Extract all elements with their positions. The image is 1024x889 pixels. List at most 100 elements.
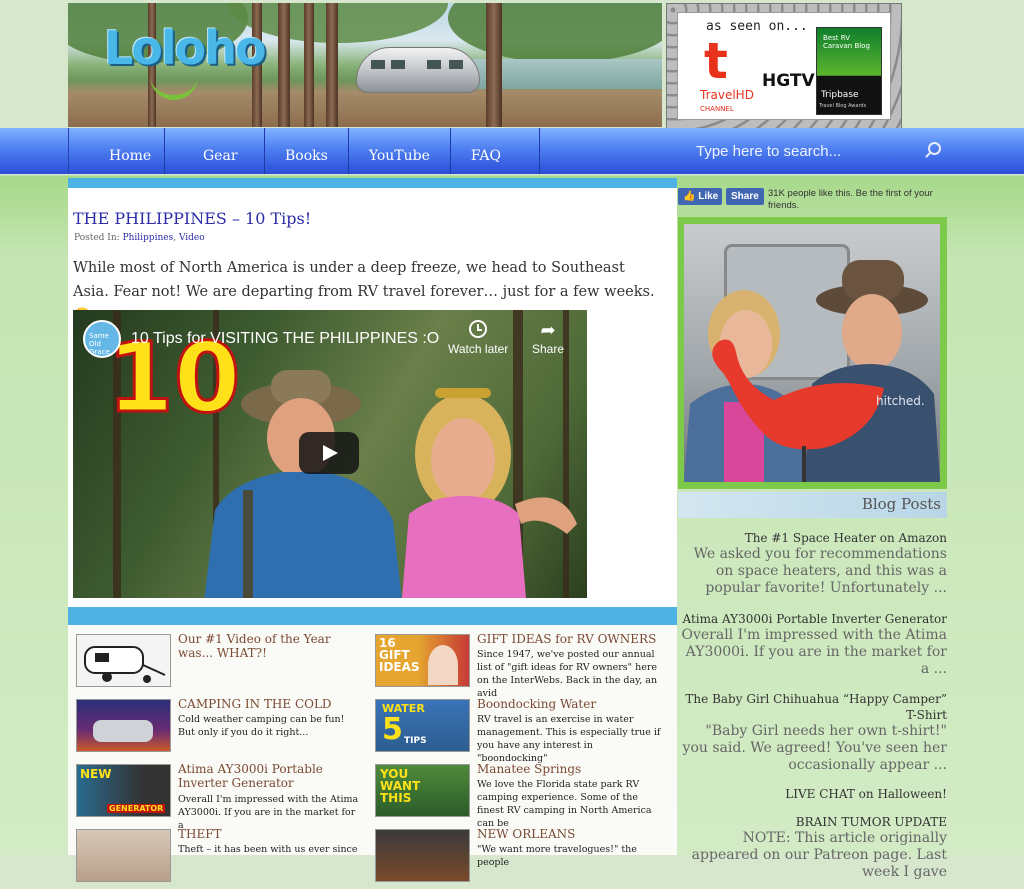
award-name: Tripbase: [821, 90, 859, 100]
site-logo[interactable]: Loloho: [104, 21, 267, 75]
travelhd-logo-icon: t: [704, 32, 728, 90]
clock-icon: [469, 320, 488, 338]
main-nav: Home Gear Books YouTube FAQ: [68, 128, 540, 174]
related-post-title[interactable]: NEW ORLEANS: [477, 827, 667, 841]
rv-sketch-icon: [84, 646, 166, 683]
related-post-card[interactable]: THEFT Theft – it has been with us ever s…: [76, 827, 368, 889]
share-button[interactable]: ➦ Share: [532, 320, 564, 356]
related-post-card[interactable]: YOU WANT THIS Manatee Springs We love th…: [375, 762, 667, 829]
share-label: Share: [532, 342, 565, 356]
content-top-bar: [68, 178, 677, 188]
related-post-excerpt: Since 1947, we've posted our annual list…: [477, 649, 658, 699]
travelhd-channel: CHANNEL: [700, 105, 734, 113]
award-subtitle: Travel Blog Awards: [819, 103, 867, 109]
post-title[interactable]: THE PHILIPPINES – 10 Tips!: [73, 209, 311, 228]
header-banner[interactable]: Loloho: [68, 3, 662, 127]
blog-post-item[interactable]: BRAIN TUMOR UPDATE NOTE: This article or…: [678, 814, 947, 881]
thumbs-up-icon: 👍: [683, 191, 696, 202]
thumb-subtext: TIPS: [404, 736, 427, 746]
person-thumb-icon: [428, 645, 458, 685]
related-post-card[interactable]: WATER 5 TIPS Boondocking Water RV travel…: [375, 697, 667, 764]
as-seen-on-panel: as seen on... t TravelHD CHANNEL HGTV Be…: [666, 3, 902, 129]
share-arrow-icon: ➦: [540, 320, 556, 340]
play-button[interactable]: [299, 432, 359, 474]
related-post-excerpt: "We want more travelogues!" the people: [477, 844, 637, 868]
blog-post-item[interactable]: The Baby Girl Chihuahua “Happy Camper” T…: [678, 691, 947, 774]
related-post-title[interactable]: Boondocking Water: [477, 697, 667, 711]
blog-post-item[interactable]: LIVE CHAT on Halloween!: [678, 786, 947, 802]
related-post-title[interactable]: THEFT: [178, 827, 368, 841]
fb-like-count-text: 31K people like this. Be the first of yo…: [768, 188, 933, 211]
blog-post-title[interactable]: The Baby Girl Chihuahua “Happy Camper” T…: [678, 691, 947, 723]
category-link-video[interactable]: Video: [179, 233, 205, 243]
post-thumbnail[interactable]: YOU WANT THIS: [375, 764, 470, 817]
tripbase-award-badge: Best RV Caravan Blog Tripbase Travel Blo…: [816, 27, 882, 115]
watch-later-label: Watch later: [448, 342, 509, 356]
trailer-thumb-icon: [93, 720, 153, 742]
thumb-text: 16 GIFT IDEAS: [379, 636, 420, 674]
related-post-card[interactable]: NEW ORLEANS "We want more travelogues!" …: [375, 827, 667, 889]
fb-like-button[interactable]: 👍 Like: [678, 188, 722, 205]
related-post-title[interactable]: Our #1 Video of the Year was... WHAT?!: [178, 632, 368, 660]
blog-post-excerpt: Overall I'm impressed with the Atima AY3…: [681, 627, 947, 677]
related-post-title[interactable]: CAMPING IN THE COLD: [178, 697, 368, 711]
hgtv-logo: HGTV: [762, 71, 815, 91]
post-thumbnail[interactable]: [76, 699, 171, 752]
blog-post-title[interactable]: LIVE CHAT on Halloween!: [678, 786, 947, 802]
blog-post-excerpt: NOTE: This article originally appeared o…: [691, 830, 947, 880]
related-post-excerpt: Cold weather camping can be fun! But onl…: [178, 714, 345, 738]
related-post-title[interactable]: Manatee Springs: [477, 762, 667, 776]
nav-item-home[interactable]: Home: [68, 128, 164, 174]
channel-badge-text: Same Old Grace: [89, 332, 110, 356]
related-post-title[interactable]: GIFT IDEAS for RV OWNERS: [477, 632, 667, 646]
thumb-subtext: GENERATOR: [107, 804, 166, 813]
video-man-figure: [204, 370, 402, 598]
airstream-trailer-image: [356, 47, 480, 93]
related-post-excerpt: RV travel is an exercise in water manage…: [477, 714, 661, 764]
related-post-card[interactable]: CAMPING IN THE COLD Cold weather camping…: [76, 697, 368, 759]
post-thumbnail[interactable]: [375, 829, 470, 882]
post-thumbnail[interactable]: 16 GIFT IDEAS: [375, 634, 470, 687]
related-posts-grid: Our #1 Video of the Year was... WHAT?! 1…: [68, 608, 677, 882]
nav-item-youtube[interactable]: YouTube: [347, 128, 450, 174]
blog-post-item[interactable]: Atima AY3000i Portable Inverter Generato…: [678, 611, 947, 678]
thumb-text: YOU WANT THIS: [380, 767, 421, 805]
watch-later-button[interactable]: Watch later: [448, 320, 508, 356]
related-post-card[interactable]: NEW GENERATOR Atima AY3000i Portable Inv…: [76, 762, 368, 831]
related-post-title[interactable]: Atima AY3000i Portable Inverter Generato…: [178, 762, 368, 790]
related-post-excerpt: We love the Florida state park RV campin…: [477, 779, 652, 829]
related-post-card[interactable]: 16 GIFT IDEAS GIFT IDEAS for RV OWNERS S…: [375, 632, 667, 699]
blog-post-title[interactable]: BRAIN TUMOR UPDATE: [678, 814, 947, 830]
category-link-philippines[interactable]: Philippines: [123, 233, 174, 243]
thumb-number: 5: [382, 712, 403, 747]
blog-post-title[interactable]: Atima AY3000i Portable Inverter Generato…: [678, 611, 947, 627]
blog-post-excerpt: "Baby Girl needs her own t-shirt!" you s…: [682, 723, 947, 773]
post-thumbnail[interactable]: [76, 634, 171, 687]
main-content: THE PHILIPPINES – 10 Tips! Posted In: Ph…: [68, 178, 677, 617]
search-icon[interactable]: [928, 142, 941, 155]
post-thumbnail[interactable]: NEW GENERATOR: [76, 764, 171, 817]
thumb-text: NEW: [80, 767, 112, 781]
award-title: Best RV Caravan Blog: [823, 34, 870, 50]
travelhd-name: TravelHD: [700, 88, 754, 102]
video-player[interactable]: 10 Same Old Grace 10 Tips for VISITING T…: [73, 310, 587, 598]
travelhd-label: TravelHD CHANNEL: [700, 89, 754, 115]
video-title[interactable]: 10 Tips for VISITING THE PHILIPPINES :O: [131, 330, 439, 348]
fb-like-label: Like: [698, 191, 719, 202]
blog-post-item[interactable]: The #1 Space Heater on Amazon We asked y…: [678, 530, 947, 597]
nav-item-books[interactable]: Books: [264, 128, 348, 174]
post-thumbnail[interactable]: WATER 5 TIPS: [375, 699, 470, 752]
blog-post-title[interactable]: The #1 Space Heater on Amazon: [678, 530, 947, 546]
search-input[interactable]: [690, 133, 946, 169]
related-post-excerpt: Theft – it has been with us ever since: [178, 844, 358, 855]
couple-with-flamingo-image: [684, 260, 940, 482]
fb-share-button[interactable]: Share: [726, 188, 764, 205]
blog-posts-heading-bar: Blog Posts: [678, 492, 947, 518]
related-post-card[interactable]: Our #1 Video of the Year was... WHAT?!: [76, 632, 368, 694]
video-channel-avatar[interactable]: Same Old Grace: [83, 320, 121, 358]
nav-item-faq[interactable]: FAQ: [449, 128, 540, 174]
video-woman-figure: [402, 388, 577, 598]
sidebar-photo: hitched.: [678, 217, 947, 489]
post-thumbnail[interactable]: [76, 829, 171, 882]
nav-item-gear[interactable]: Gear: [164, 128, 264, 174]
